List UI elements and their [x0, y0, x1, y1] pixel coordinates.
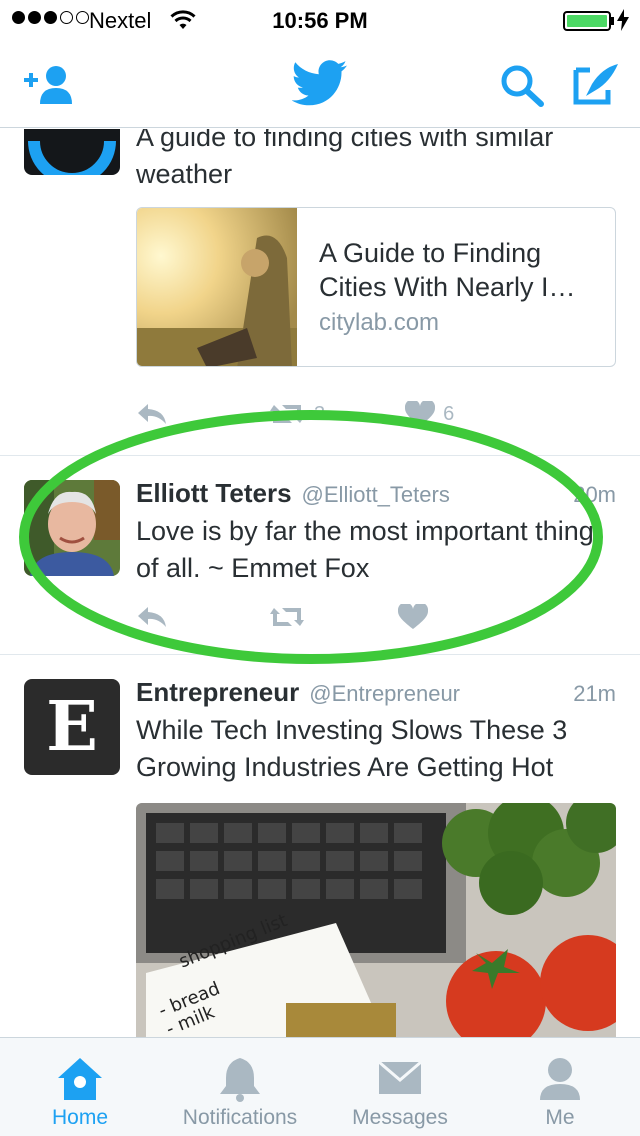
card-domain: citylab.com — [319, 309, 440, 336]
reply-icon[interactable] — [136, 402, 168, 426]
tweet[interactable]: A guide to finding cities with similar w… — [0, 129, 640, 456]
bell-icon — [220, 1058, 260, 1102]
tab-label: Notifications — [182, 1106, 298, 1129]
person-icon — [540, 1058, 580, 1100]
timeline[interactable]: A guide to finding cities with similar w… — [0, 129, 640, 1037]
heart-icon[interactable] — [398, 604, 428, 630]
tab-home[interactable]: Home — [0, 1038, 160, 1136]
retweet-icon — [270, 405, 304, 423]
home-icon — [58, 1058, 102, 1100]
tweet-text: A guide to finding cities with similar w… — [136, 129, 554, 189]
card-title: A Guide to Finding Cities With Nearly I… — [319, 238, 576, 302]
add-user-icon[interactable] — [24, 64, 76, 104]
tab-me[interactable]: Me — [480, 1038, 640, 1136]
display-name[interactable]: Entrepreneur — [136, 677, 299, 708]
status-bar: Nextel 10:56 PM — [0, 0, 640, 40]
tab-notifications[interactable]: Notifications — [160, 1038, 320, 1136]
tweet[interactable]: Elliott Teters @Elliott_Teters 20m Love … — [0, 456, 640, 655]
reply-icon[interactable] — [136, 605, 168, 629]
charging-icon — [617, 9, 629, 31]
retweet-count: 3 — [314, 402, 326, 425]
tweet-text: Love is by far the most important thing … — [136, 516, 594, 583]
handle[interactable]: @Elliott_Teters — [302, 482, 450, 508]
tweet-media[interactable]: shopping list - bread - milk — [136, 803, 616, 1037]
status-time: 10:56 PM — [272, 8, 368, 33]
display-name[interactable]: Elliott Teters — [136, 478, 292, 509]
handle[interactable]: @Entrepreneur — [309, 681, 460, 707]
timestamp: 20m — [573, 482, 616, 507]
like-button[interactable]: 6 — [405, 401, 454, 427]
like-count: 6 — [443, 402, 455, 425]
heart-icon — [405, 401, 436, 426]
retweet-icon[interactable] — [268, 604, 306, 630]
card-thumbnail — [137, 208, 297, 366]
link-card[interactable]: A Guide to Finding Cities With Nearly I…… — [136, 207, 616, 367]
tab-label: Home — [51, 1106, 109, 1129]
twitter-bird-icon[interactable] — [292, 60, 348, 106]
avatar-letter: E — [46, 687, 98, 767]
timestamp: 21m — [573, 681, 616, 706]
avatar[interactable] — [24, 129, 120, 175]
tab-label: Messages — [352, 1106, 448, 1129]
tab-messages[interactable]: Messages — [320, 1038, 480, 1136]
search-icon[interactable] — [500, 64, 546, 108]
battery-icon — [563, 11, 611, 31]
tab-bar: Home Notifications Messages Me — [0, 1037, 640, 1136]
tab-label: Me — [545, 1106, 575, 1129]
nav-bar — [0, 40, 640, 128]
avatar[interactable]: E — [24, 679, 120, 775]
retweet-button[interactable]: 3 — [268, 401, 325, 427]
avatar[interactable] — [24, 480, 120, 576]
tweet-text: While Tech Investing Slows These 3 Growi… — [136, 715, 568, 782]
compose-icon[interactable] — [572, 62, 620, 106]
envelope-icon — [378, 1060, 422, 1094]
